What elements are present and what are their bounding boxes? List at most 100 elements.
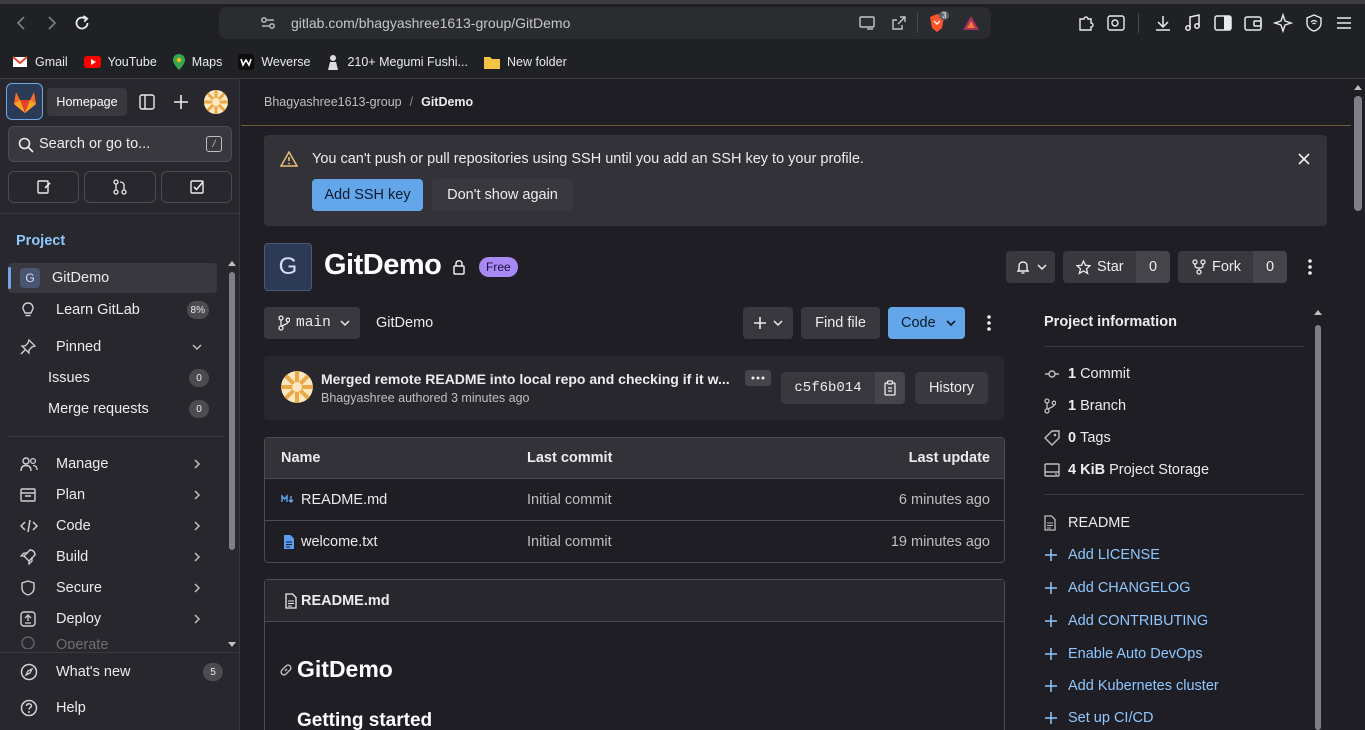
branch-selector[interactable]: main bbox=[264, 307, 360, 339]
star-button[interactable]: Star bbox=[1063, 251, 1136, 283]
commit-author-link[interactable]: Bhagyashree bbox=[321, 391, 395, 405]
commit-message[interactable]: Merged remote README into local repo and… bbox=[321, 371, 730, 387]
bookmark-maps[interactable]: Maps bbox=[172, 54, 222, 70]
sidebar-item-pinned[interactable]: Pinned bbox=[8, 332, 217, 362]
sidebar-scrollbar[interactable] bbox=[227, 259, 237, 649]
sidebar-item-manage[interactable]: Manage bbox=[8, 449, 217, 479]
copy-sha-button[interactable] bbox=[875, 372, 905, 404]
find-file-button[interactable]: Find file bbox=[801, 307, 880, 339]
star-count[interactable]: 0 bbox=[1136, 251, 1170, 283]
merge-requests-button[interactable] bbox=[84, 171, 156, 203]
sidebar-item-learn-gitlab[interactable]: Learn GitLab 8% bbox=[8, 295, 217, 325]
breadcrumb-project-link[interactable]: GitDemo bbox=[421, 95, 473, 109]
history-button[interactable]: History bbox=[915, 372, 988, 404]
site-info-icon[interactable] bbox=[260, 16, 276, 30]
bookmark-weverse[interactable]: Weverse bbox=[238, 54, 310, 70]
plus-icon bbox=[1044, 647, 1060, 661]
address-bar[interactable]: gitlab.com/bhagyashree1613-group/GitDemo… bbox=[219, 7, 991, 39]
help-button[interactable]: Help bbox=[8, 693, 217, 723]
file-last-commit-link[interactable]: Initial commit bbox=[527, 492, 612, 508]
wallet-icon[interactable] bbox=[1243, 13, 1263, 33]
create-new-icon[interactable] bbox=[173, 94, 189, 110]
sidebar-item-operate[interactable]: Operate bbox=[8, 635, 217, 649]
readme-heading-1: GitDemo bbox=[297, 656, 393, 682]
bookmark-new-folder[interactable]: New folder bbox=[484, 55, 567, 69]
fork-button[interactable]: Fork bbox=[1178, 251, 1253, 283]
repo-more-actions-icon[interactable] bbox=[986, 314, 992, 332]
plus-icon bbox=[1044, 711, 1060, 725]
back-icon[interactable] bbox=[9, 10, 35, 36]
bookmark-gmail[interactable]: Gmail bbox=[12, 55, 68, 69]
reload-icon[interactable] bbox=[69, 10, 95, 36]
more-actions-icon[interactable] bbox=[1307, 258, 1313, 276]
notification-dropdown[interactable] bbox=[1006, 251, 1055, 283]
file-last-commit-link[interactable]: Initial commit bbox=[527, 534, 612, 550]
sidebar-item-deploy[interactable]: Deploy bbox=[8, 604, 217, 634]
url-text[interactable]: gitlab.com/bhagyashree1613-group/GitDemo bbox=[291, 15, 570, 31]
sidebar-item-build[interactable]: Build bbox=[8, 542, 217, 572]
bookmark-megumi[interactable]: 210+ Megumi Fushi... bbox=[326, 54, 468, 70]
sidebar-item-merge-requests[interactable]: Merge requests 0 bbox=[8, 394, 217, 424]
add-ssh-key-button[interactable]: Add SSH key bbox=[312, 179, 423, 211]
set-up-ci-cd-link[interactable]: Set up CI/CD bbox=[1044, 710, 1153, 726]
enable-auto-devops-link[interactable]: Enable Auto DevOps bbox=[1044, 646, 1203, 662]
breadcrumb-group-link[interactable]: Bhagyashree1613-group bbox=[264, 95, 402, 109]
add-file-dropdown[interactable] bbox=[743, 307, 793, 339]
file-name-link[interactable]: welcome.txt bbox=[301, 534, 378, 550]
readme-link[interactable]: README bbox=[1044, 515, 1130, 531]
whats-new-button[interactable]: What's new 5 bbox=[8, 657, 223, 687]
sidebar-toggle-icon[interactable] bbox=[1213, 13, 1233, 33]
brave-shield-icon[interactable]: 3 bbox=[927, 11, 950, 34]
table-row[interactable]: welcome.txt Initial commit 19 minutes ag… bbox=[265, 521, 1004, 562]
reader-icon[interactable] bbox=[1106, 13, 1126, 33]
page-scrollbar[interactable] bbox=[1351, 79, 1365, 730]
add-contributing-link[interactable]: Add CONTRIBUTING bbox=[1044, 613, 1208, 629]
readme-header: README.md bbox=[265, 580, 1004, 622]
extensions-icon[interactable] bbox=[1076, 13, 1096, 33]
table-row[interactable]: README.md Initial commit 6 minutes ago bbox=[265, 479, 1004, 521]
cast-icon[interactable] bbox=[858, 15, 876, 31]
project-info-scrollbar[interactable] bbox=[1313, 307, 1323, 730]
add-kubernetes-cluster-link[interactable]: Add Kubernetes cluster bbox=[1044, 678, 1219, 694]
brave-rewards-icon[interactable] bbox=[961, 14, 981, 32]
download-icon[interactable] bbox=[1153, 13, 1173, 33]
media-icon[interactable] bbox=[1183, 13, 1203, 33]
toggle-sidebar-icon[interactable] bbox=[139, 94, 155, 110]
leo-ai-icon[interactable] bbox=[1273, 13, 1293, 33]
search-input[interactable]: Search or go to... / bbox=[8, 126, 232, 162]
dont-show-again-button[interactable]: Don't show again bbox=[432, 179, 573, 211]
sidebar-item-secure[interactable]: Secure bbox=[8, 573, 217, 603]
sidebar-item-issues[interactable]: Issues 0 bbox=[8, 363, 217, 393]
storage-stat[interactable]: 4 KiB Project Storage bbox=[1044, 462, 1209, 478]
user-avatar[interactable] bbox=[204, 90, 228, 114]
repo-path[interactable]: GitDemo bbox=[376, 315, 433, 331]
commits-stat[interactable]: 1 Commit bbox=[1044, 366, 1130, 382]
todo-list-button[interactable] bbox=[161, 171, 232, 203]
sidebar-item-code[interactable]: Code bbox=[8, 511, 217, 541]
code-dropdown-button[interactable]: Code bbox=[888, 307, 965, 339]
readme-file-icon bbox=[285, 593, 297, 609]
add-license-link[interactable]: Add LICENSE bbox=[1044, 547, 1160, 563]
branches-stat[interactable]: 1 Branch bbox=[1044, 398, 1126, 414]
issues-count-badge: 0 bbox=[189, 369, 209, 387]
file-name-link[interactable]: README.md bbox=[301, 492, 387, 508]
sidebar-item-gitdemo[interactable]: G GitDemo bbox=[8, 263, 217, 293]
add-changelog-link[interactable]: Add CHANGELOG bbox=[1044, 580, 1191, 596]
commit-expand-button[interactable] bbox=[745, 370, 771, 386]
pin-icon bbox=[20, 339, 40, 355]
menu-icon[interactable] bbox=[1334, 13, 1354, 33]
fork-count[interactable]: 0 bbox=[1253, 251, 1287, 283]
close-icon[interactable] bbox=[1298, 153, 1310, 165]
readme-filename[interactable]: README.md bbox=[301, 593, 390, 609]
forward-icon[interactable] bbox=[38, 10, 64, 36]
tags-stat[interactable]: 0 Tags bbox=[1044, 430, 1111, 446]
gitlab-logo-button[interactable] bbox=[6, 83, 43, 120]
author-avatar[interactable] bbox=[281, 371, 313, 403]
assigned-issues-button[interactable] bbox=[8, 171, 79, 203]
commit-sha[interactable]: c5f6b014 bbox=[781, 372, 875, 404]
share-icon[interactable] bbox=[890, 14, 908, 32]
bookmark-youtube[interactable]: YouTube bbox=[83, 55, 157, 69]
vpn-icon[interactable] bbox=[1304, 13, 1324, 33]
sidebar-item-plan[interactable]: Plan bbox=[8, 480, 217, 510]
anchor-link-icon[interactable] bbox=[279, 663, 293, 677]
